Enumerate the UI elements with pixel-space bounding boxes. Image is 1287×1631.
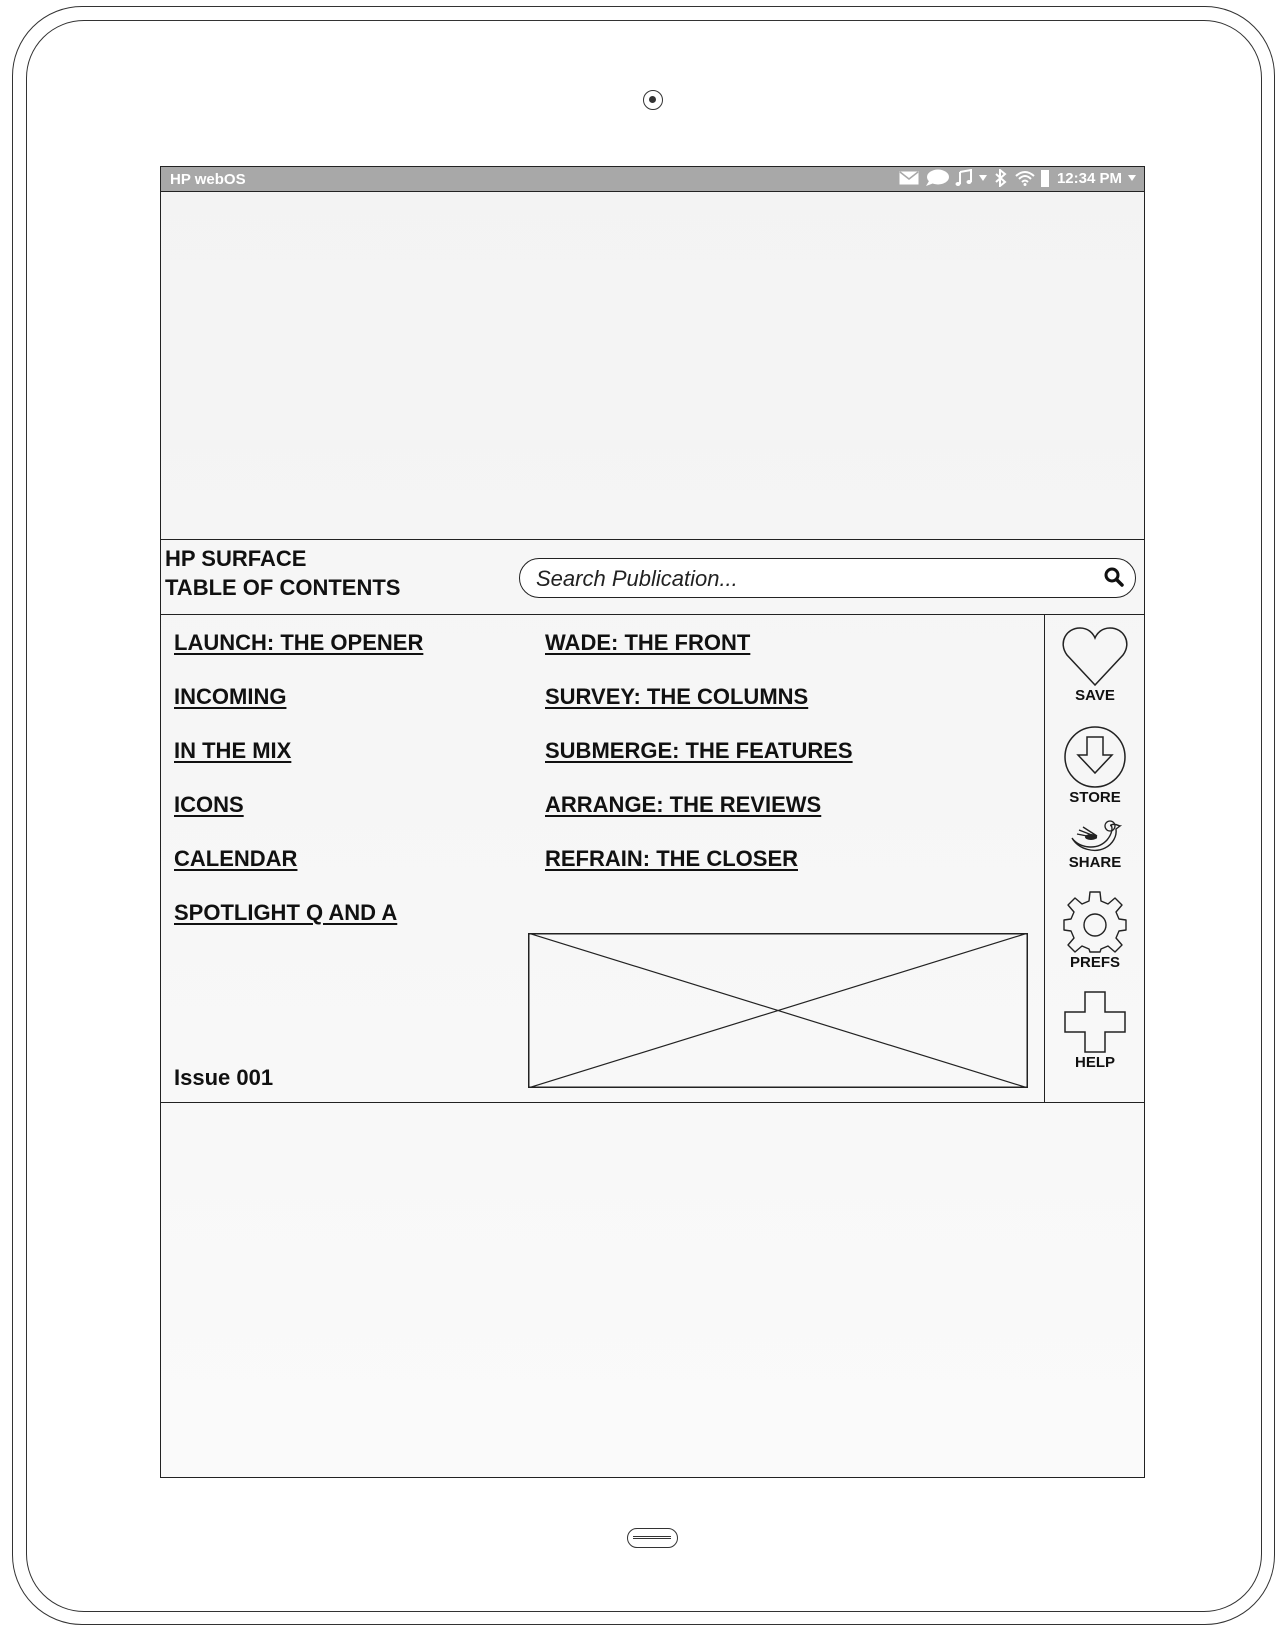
toc-link[interactable]: LAUNCH: THE OPENER: [174, 629, 423, 683]
home-button[interactable]: [627, 1528, 678, 1548]
toc-link[interactable]: SURVEY: THE COLUMNS: [545, 683, 853, 737]
toc-link[interactable]: WADE: THE FRONT: [545, 629, 853, 683]
clock-chevron-icon[interactable]: [1128, 175, 1136, 181]
publication-name: HP SURFACE: [165, 546, 307, 571]
status-bar: HP webOS 12:34 PM: [161, 167, 1144, 192]
toc-link[interactable]: SUBMERGE: THE FEATURES: [545, 737, 853, 791]
gear-icon: [1063, 891, 1127, 953]
prefs-button[interactable]: PREFS: [1045, 890, 1144, 971]
os-name[interactable]: HP webOS: [170, 171, 246, 188]
heart-icon: [1062, 627, 1128, 687]
toc-column-right: WADE: THE FRONT SURVEY: THE COLUMNS SUBM…: [545, 629, 853, 899]
image-placeholder: [528, 933, 1028, 1088]
chat-icon[interactable]: [925, 169, 949, 187]
search-box[interactable]: [519, 558, 1136, 598]
search-icon[interactable]: [1103, 566, 1125, 593]
music-icon[interactable]: [955, 169, 973, 187]
share-button[interactable]: SHARE: [1045, 818, 1144, 871]
help-button[interactable]: HELP: [1045, 990, 1144, 1071]
plus-icon: [1064, 991, 1126, 1053]
action-sidebar: SAVE STORE SHARE PREFS HELP: [1044, 615, 1144, 1102]
help-label: HELP: [1074, 1054, 1115, 1071]
wifi-icon[interactable]: [1015, 170, 1035, 186]
toc-link[interactable]: REFRAIN: THE CLOSER: [545, 845, 853, 899]
bluetooth-icon[interactable]: [993, 169, 1009, 187]
download-icon: [1064, 726, 1126, 788]
toc-header: HP SURFACE TABLE OF CONTENTS: [161, 539, 1144, 615]
save-button[interactable]: SAVE: [1045, 625, 1144, 704]
page-title: HP SURFACE TABLE OF CONTENTS: [165, 544, 400, 602]
toc-link[interactable]: ARRANGE: THE REVIEWS: [545, 791, 853, 845]
clock[interactable]: 12:34 PM: [1057, 170, 1122, 187]
music-menu-chevron-icon[interactable]: [978, 175, 987, 181]
toc-column-left: LAUNCH: THE OPENER INCOMING IN THE MIX I…: [174, 629, 423, 953]
bird-icon: [1071, 820, 1123, 851]
toc-link[interactable]: CALENDAR: [174, 845, 423, 899]
mail-icon[interactable]: [899, 171, 919, 185]
toc-link[interactable]: IN THE MIX: [174, 737, 423, 791]
search-input[interactable]: [534, 565, 1078, 593]
toc-link[interactable]: INCOMING: [174, 683, 423, 737]
issue-label: Issue 001: [174, 1065, 274, 1090]
save-label: SAVE: [1075, 687, 1115, 704]
store-label: STORE: [1069, 789, 1121, 806]
share-label: SHARE: [1068, 854, 1122, 871]
toc-link[interactable]: ICONS: [174, 791, 423, 845]
store-button[interactable]: STORE: [1045, 725, 1144, 806]
prefs-label: PREFS: [1069, 954, 1120, 971]
camera-icon: [643, 90, 663, 110]
battery-icon[interactable]: [1040, 169, 1049, 187]
toc-content: LAUNCH: THE OPENER INCOMING IN THE MIX I…: [161, 615, 1144, 1103]
toc-heading: TABLE OF CONTENTS: [165, 575, 401, 600]
toc-link[interactable]: SPOTLIGHT Q AND A: [174, 899, 423, 953]
screen: HP webOS 12:34 PM HP SURFACE TABLE OF CO…: [160, 166, 1145, 1478]
